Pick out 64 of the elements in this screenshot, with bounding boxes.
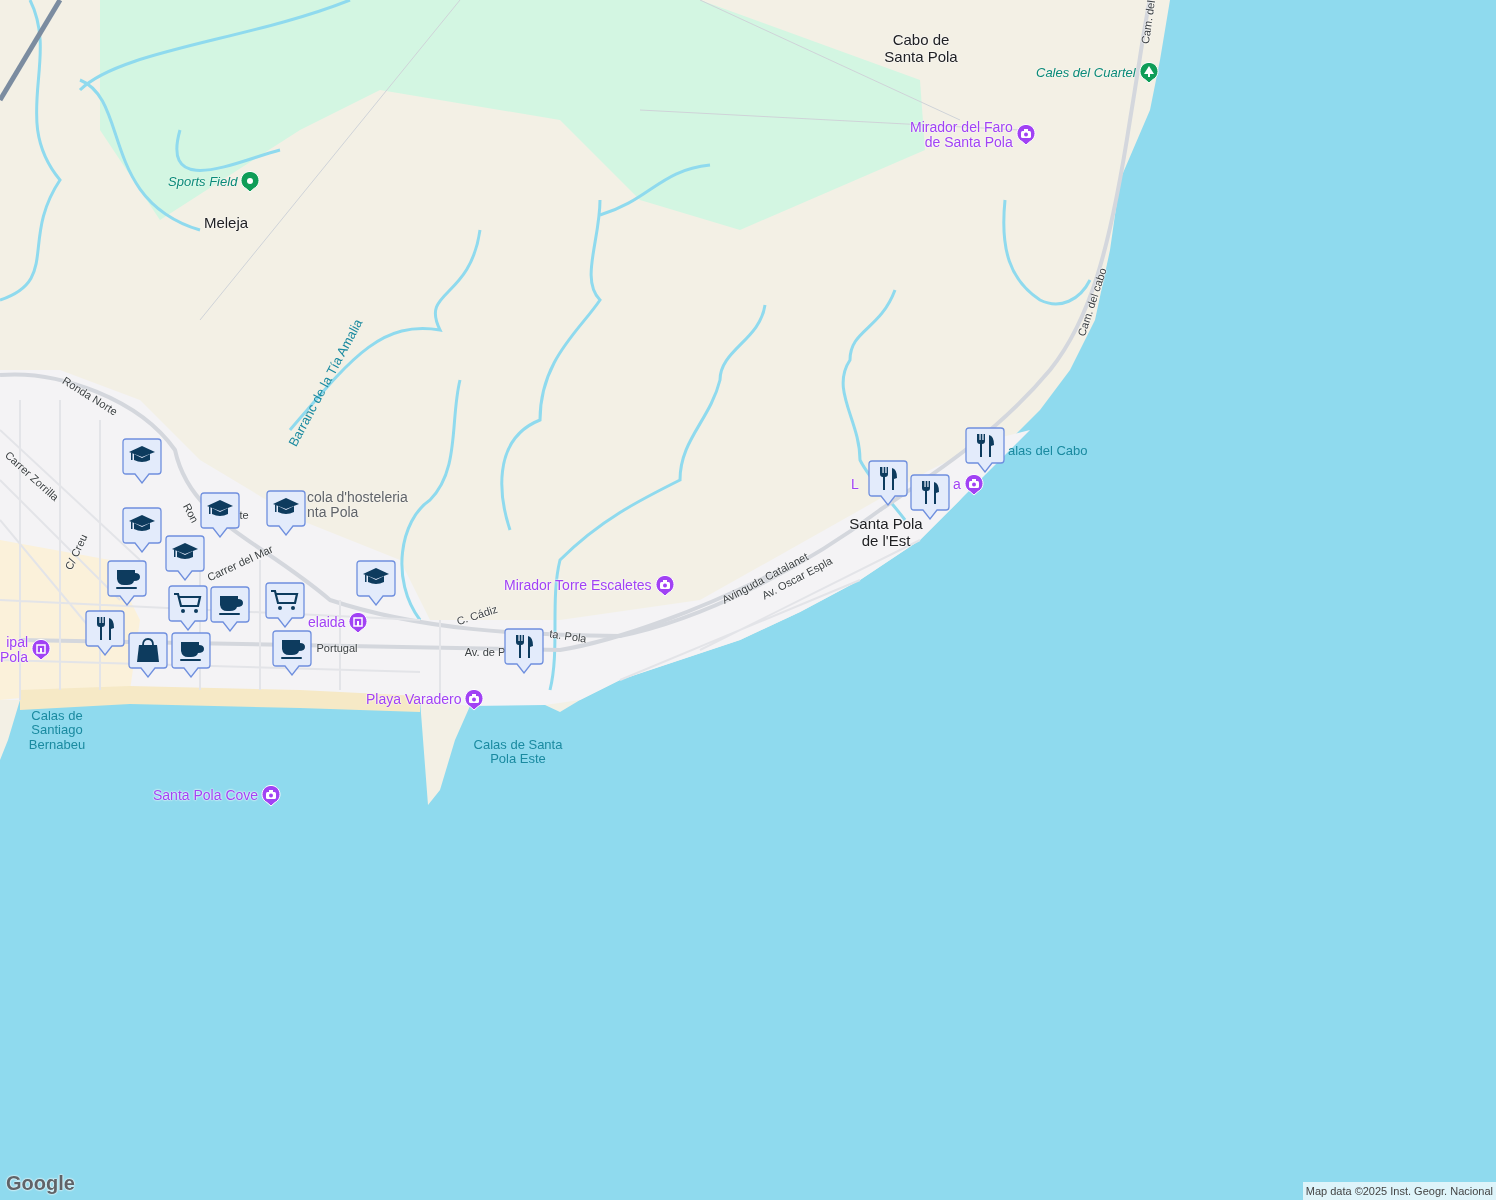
place-label: Santa Pola de l'Est <box>849 515 923 549</box>
map-marker[interactable] <box>504 628 544 674</box>
graduation-cap-icon <box>172 543 198 559</box>
coffee-cup-icon <box>180 642 204 661</box>
map-logo: Google <box>6 1171 75 1196</box>
map-marker[interactable] <box>265 582 305 628</box>
street-label: Cam. del cabo <box>1075 266 1109 338</box>
graduation-cap-icon <box>363 568 389 584</box>
park-label: Sports Field <box>168 174 238 190</box>
street-label: Portugal <box>316 641 358 655</box>
map-marker[interactable] <box>165 535 205 581</box>
map-marker[interactable] <box>122 507 162 553</box>
street-label: ta. Pola <box>548 627 588 645</box>
graduation-cap-icon <box>273 498 299 514</box>
poi-label: L <box>851 477 859 493</box>
fork-knife-icon <box>516 635 533 658</box>
place-label: Cabo de Santa Pola <box>884 31 958 65</box>
map-marker[interactable] <box>85 610 125 656</box>
street-label: Av. de P <box>464 645 506 659</box>
street-label: te <box>239 508 249 522</box>
poi-label: cola d'hosteleria nta Pola <box>307 490 408 521</box>
street-label: C. Cádiz <box>455 602 499 628</box>
street-label: Carrer del Mar <box>205 542 275 584</box>
poi-label: Santa Pola Cove <box>153 788 259 804</box>
graduation-cap-icon <box>207 500 233 516</box>
street-label: Cam. del <box>1138 0 1158 45</box>
shopping-bag-icon <box>137 638 159 662</box>
map-marker[interactable] <box>868 460 908 506</box>
shopping-cart-icon <box>174 592 202 613</box>
map-marker[interactable] <box>171 632 211 678</box>
water-label: alas del Cabo <box>1008 444 1088 459</box>
water-label: Calas de Santiago Bernabeu <box>28 708 86 752</box>
coffee-cup-icon <box>116 570 140 589</box>
map-marker[interactable] <box>107 560 147 606</box>
map-marker[interactable] <box>272 630 312 676</box>
map-marker[interactable] <box>266 490 306 536</box>
poi-label: Playa Varadero <box>366 692 462 708</box>
map-marker[interactable] <box>122 438 162 484</box>
map-marker[interactable] <box>356 560 396 606</box>
map-marker[interactable] <box>910 474 950 520</box>
map-attribution: Map data ©2025 Inst. Geogr. Nacional <box>1302 1181 1496 1200</box>
park-label: Cales del Cuartel <box>1036 65 1136 81</box>
fork-knife-icon <box>97 617 114 640</box>
graduation-cap-icon <box>129 446 155 462</box>
poi-label: elaida <box>308 615 346 631</box>
poi-label: Mirador del Faro de Santa Pola <box>910 120 1013 151</box>
fork-knife-icon <box>922 481 939 504</box>
fork-knife-icon <box>977 434 994 457</box>
water-label: Calas de Santa Pola Este <box>473 737 563 767</box>
graduation-cap-icon <box>129 515 155 531</box>
place-label: Meleja <box>203 214 249 232</box>
map-marker[interactable] <box>965 427 1005 473</box>
street-label: C/ Creu <box>62 532 90 572</box>
poi-label: a <box>953 477 961 493</box>
poi-label: ipal Pola <box>0 635 29 666</box>
shopping-cart-icon <box>271 589 299 610</box>
map-marker[interactable] <box>168 585 208 631</box>
map-marker[interactable] <box>128 632 168 678</box>
fork-knife-icon <box>880 467 897 490</box>
coffee-cup-icon <box>281 640 305 659</box>
coffee-cup-icon <box>219 596 243 615</box>
map-marker[interactable] <box>210 586 250 632</box>
map-marker[interactable] <box>200 492 240 538</box>
street-label: Ron <box>180 501 202 525</box>
